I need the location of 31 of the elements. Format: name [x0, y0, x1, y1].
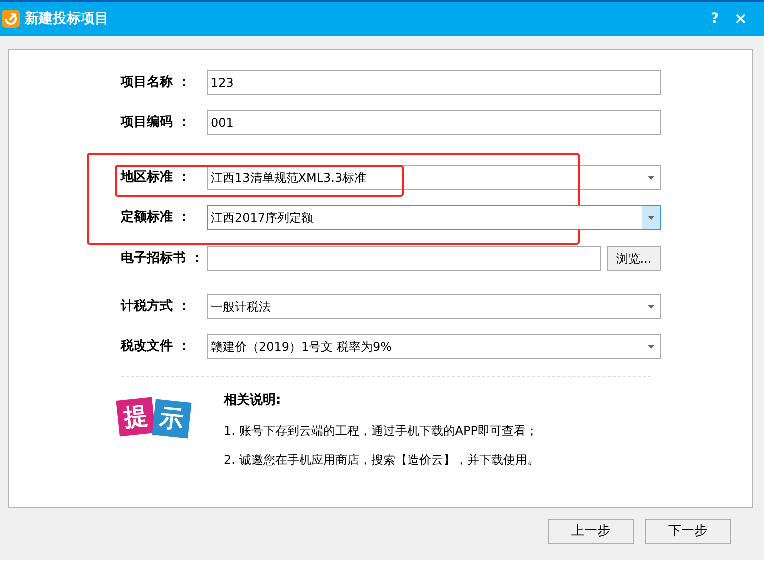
caret-icon — [648, 216, 654, 220]
field-label: 项目编码 ： — [121, 114, 192, 132]
dropdown-value: 赣建价（2019）1号文 税率为9% — [210, 338, 394, 356]
dropdown-field[interactable]: 赣建价（2019）1号文 税率为9% — [207, 334, 661, 359]
text-field[interactable]: 123 — [207, 70, 661, 95]
field-label: 项目名称 ： — [121, 74, 192, 92]
dropdown-value: 江西13清单规范XML3.3标准 — [210, 170, 368, 186]
field-label: 定额标准 ： — [121, 208, 192, 227]
caret-icon — [648, 304, 654, 308]
field-label: 地区标准 ： — [121, 168, 192, 187]
field-label: 税改文件 ： — [121, 338, 192, 356]
caret-icon — [648, 176, 654, 180]
step-button[interactable]: 下一步 — [645, 519, 731, 544]
hint-badge-drawing: 提 示 — [118, 391, 198, 461]
file-path-field[interactable] — [207, 246, 601, 271]
step-button[interactable]: 上一步 — [548, 519, 634, 544]
field-label: 电子招标书 ： — [121, 250, 205, 268]
dropdown-value: 一般计税法 — [210, 298, 272, 316]
text-field[interactable]: 001 — [207, 110, 661, 135]
hint-title: 相关说明: — [224, 392, 282, 410]
app-logo-icon — [2, 10, 20, 28]
field-label: 计税方式 ： — [121, 298, 192, 316]
dropdown-field[interactable]: 一般计税法 — [207, 294, 661, 319]
dropdown-field[interactable]: 江西13清单规范XML3.3标准 — [207, 165, 661, 190]
dropdown-value: 江西2017序列定额 — [210, 210, 315, 226]
caret-icon — [648, 344, 654, 348]
browse-button[interactable]: 浏览... — [607, 246, 661, 271]
dropdown-field[interactable]: 江西2017序列定额 — [207, 205, 661, 230]
window-title: 新建投标项目 — [25, 10, 109, 28]
hint-text: 2. 诚邀您在手机应用商店，搜索【造价云】，并下载使用。 — [224, 452, 540, 468]
hint-text: 1. 账号下存到云端的工程，通过手机下载的APP即可查看； — [224, 422, 539, 440]
